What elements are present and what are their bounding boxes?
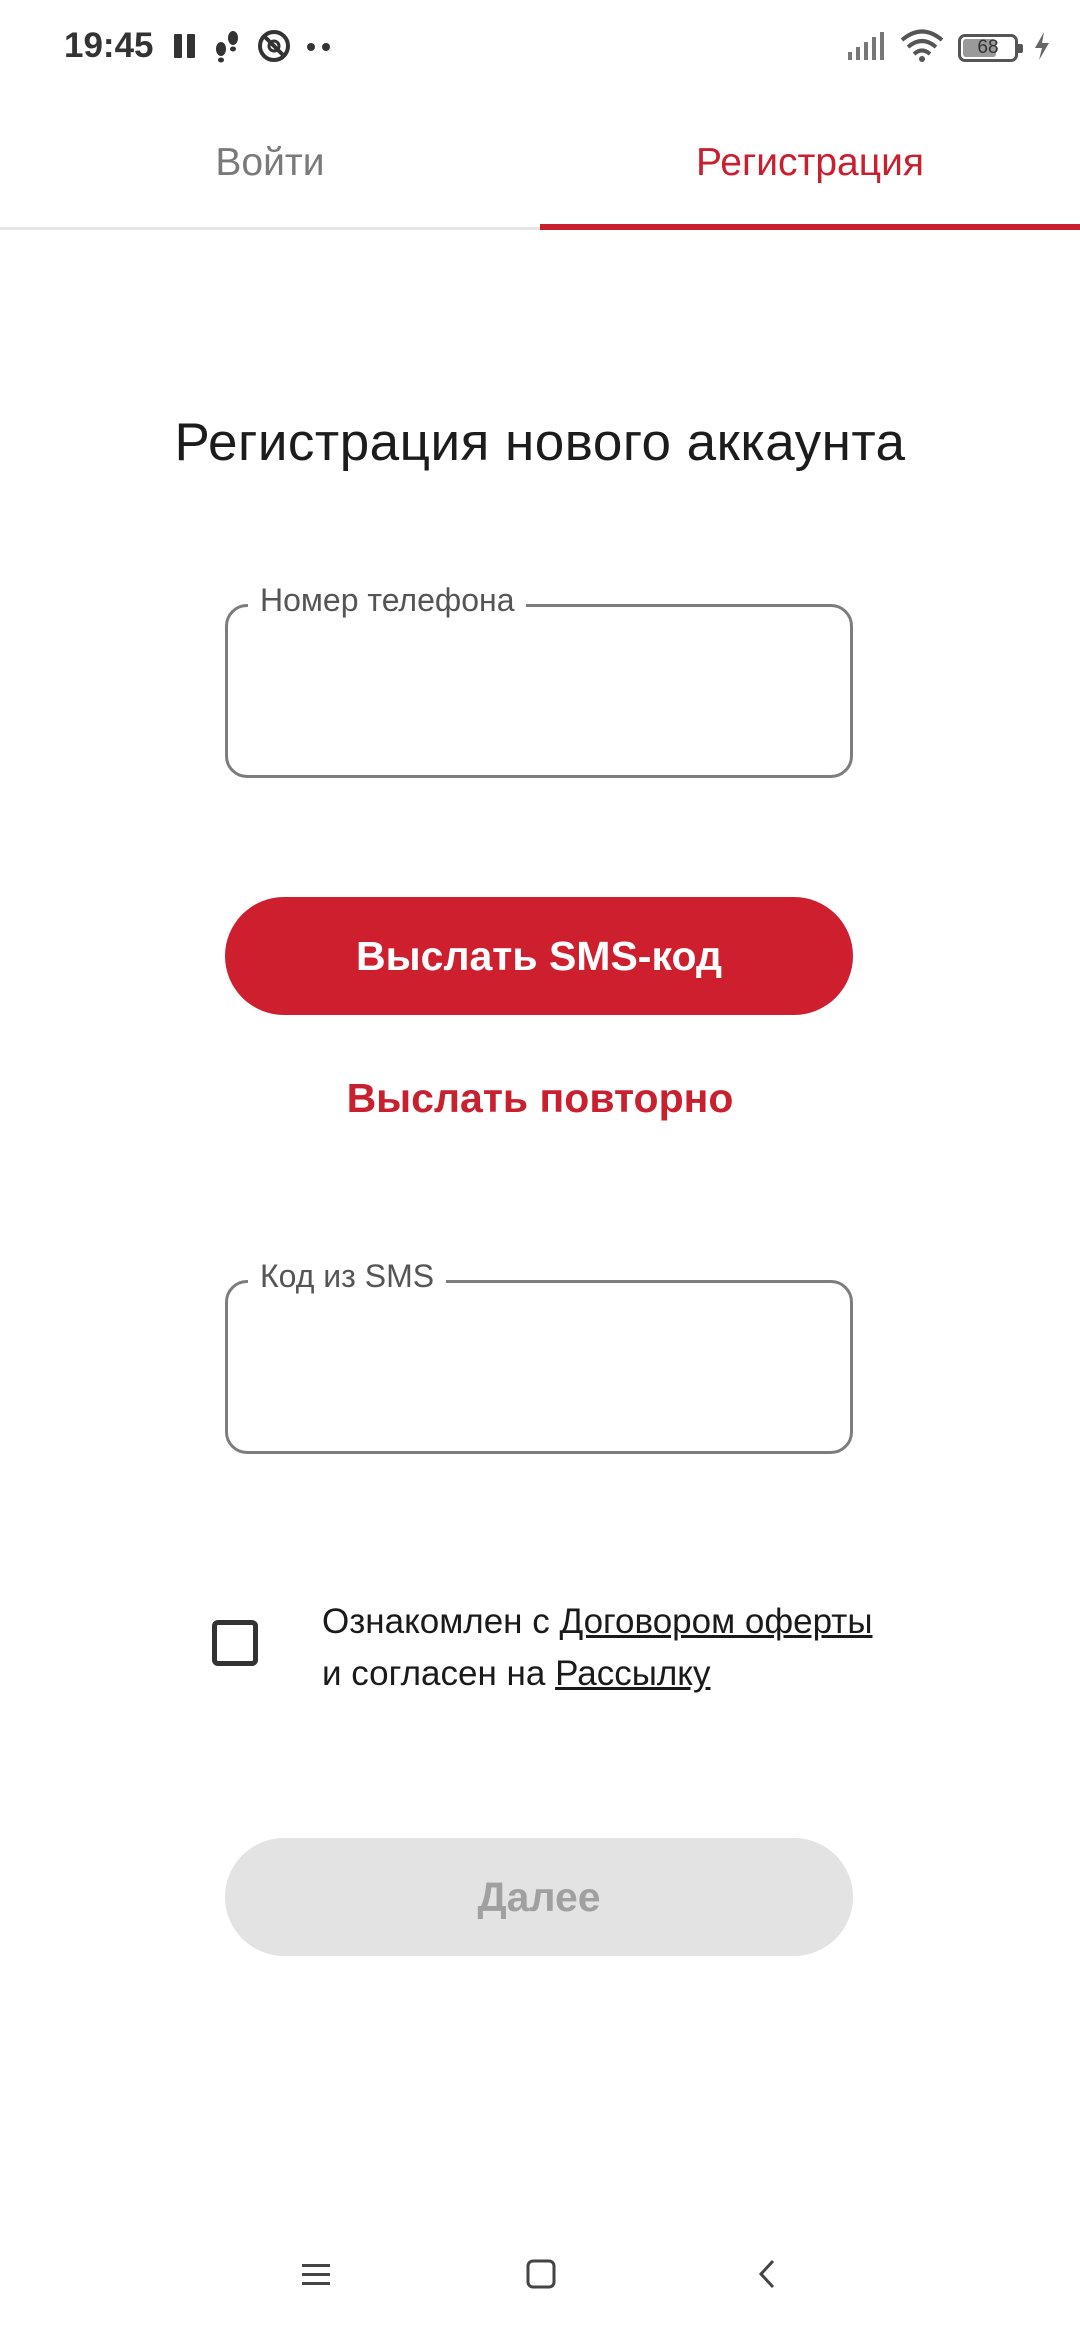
battery-level: 68 — [977, 37, 999, 58]
sms-code-field[interactable]: Код из SMS — [225, 1258, 853, 1454]
send-sms-button[interactable]: Выслать SMS-код — [225, 897, 853, 1015]
newsletter-link[interactable]: Рассылку — [555, 1654, 710, 1693]
menu-icon[interactable] — [286, 2244, 346, 2304]
pause-icon — [172, 32, 198, 65]
battery-icon: 68 — [958, 34, 1023, 62]
phone-input[interactable] — [252, 647, 826, 739]
resend-link[interactable]: Выслать повторно — [0, 1075, 1080, 1122]
more-dots-icon — [306, 39, 332, 57]
consent-text: Ознакомлен с Договором оферты и согласен… — [322, 1596, 1042, 1700]
wifi-icon — [900, 29, 944, 68]
home-icon[interactable] — [511, 2244, 571, 2304]
tab-registration[interactable]: Регистрация — [540, 96, 1080, 230]
consent-checkbox[interactable] — [212, 1620, 258, 1666]
active-tab-indicator — [540, 224, 1080, 230]
consent-text-2: и согласен на — [322, 1654, 556, 1693]
consent-text-1: Ознакомлен с — [322, 1602, 560, 1641]
auth-tabs: Войти Регистрация — [0, 96, 1080, 230]
sms-code-input[interactable] — [252, 1323, 826, 1415]
offer-agreement-link[interactable]: Договором оферты — [559, 1602, 872, 1641]
page-title: Регистрация нового аккаунта — [174, 413, 906, 472]
status-time: 19:45 — [64, 26, 154, 65]
sms-code-field-label: Код из SMS — [248, 1258, 447, 1295]
tab-login[interactable]: Войти — [0, 96, 540, 230]
next-button[interactable]: Далее — [225, 1838, 853, 1956]
back-icon[interactable] — [737, 2244, 797, 2304]
footsteps-icon — [212, 29, 242, 68]
system-nav-bar — [0, 2230, 1080, 2314]
at-icon — [256, 28, 292, 69]
status-bar: 19:45 68 — [0, 0, 1080, 96]
charging-icon — [1032, 31, 1052, 66]
signal-icon — [846, 30, 886, 67]
phone-field-label: Номер телефона — [248, 582, 527, 619]
phone-field[interactable]: Номер телефона — [225, 582, 853, 778]
